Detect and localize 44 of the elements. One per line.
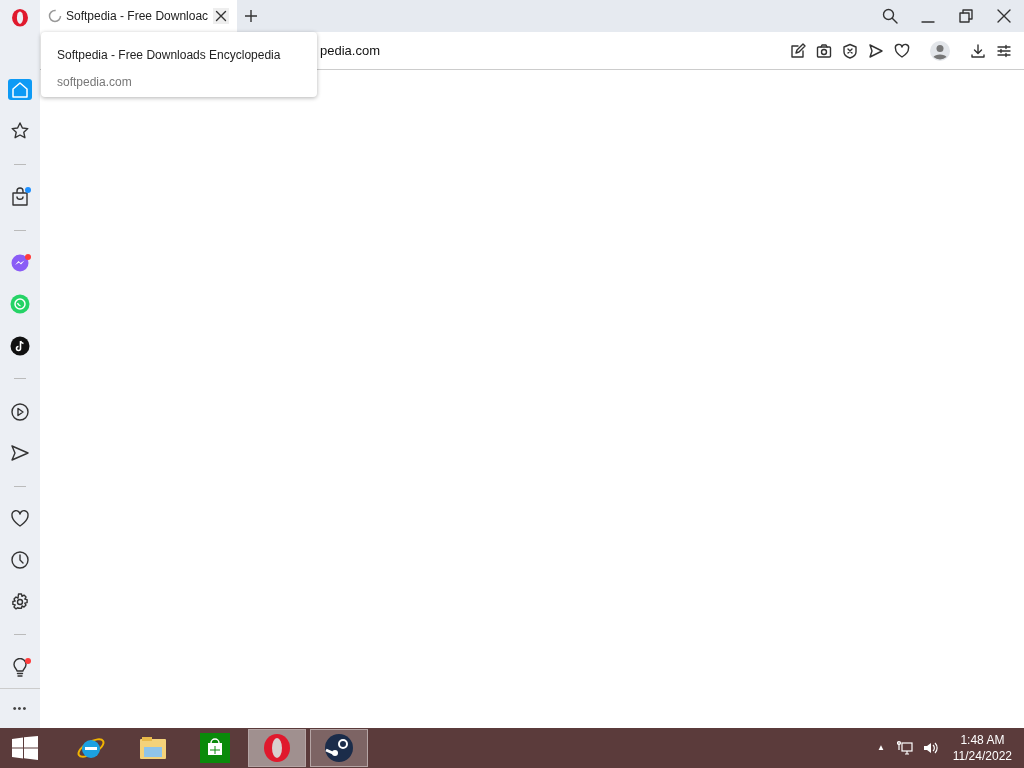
close-icon[interactable]	[996, 8, 1012, 24]
lightbulb-icon	[10, 657, 30, 678]
search-icon[interactable]	[882, 8, 898, 24]
whatsapp-icon	[10, 294, 30, 315]
account-icon[interactable]	[930, 40, 950, 61]
settings-icon[interactable]	[996, 42, 1012, 59]
camera-icon[interactable]	[816, 42, 832, 59]
shopping-bag-icon	[10, 187, 30, 207]
store-icon	[200, 733, 230, 763]
opera-logo-icon[interactable]	[10, 8, 30, 28]
home-icon	[10, 79, 30, 100]
browser-tab[interactable]: Softpedia - Free Downloac	[40, 0, 237, 32]
clock-date: 11/24/2022	[952, 748, 1012, 764]
tooltip-title: Softpedia - Free Downloads Encyclopedia	[57, 47, 282, 64]
heart-icon[interactable]	[894, 42, 910, 59]
address-field[interactable]: pedia.com	[320, 40, 790, 61]
clock-icon	[10, 550, 30, 571]
messenger-icon	[10, 253, 30, 274]
star-icon	[10, 120, 30, 141]
steam-icon	[324, 733, 354, 763]
new-tab-icon[interactable]	[245, 10, 257, 22]
tooltip-url: softpedia.com	[57, 74, 133, 91]
opera-logo-icon	[262, 733, 292, 763]
volume-icon[interactable]	[922, 740, 939, 756]
settings-icon	[10, 591, 30, 612]
windows-start-icon[interactable]	[12, 736, 38, 760]
taskbar-app[interactable]	[310, 729, 368, 767]
download-icon[interactable]	[970, 42, 986, 59]
send-icon[interactable]	[868, 42, 884, 59]
shield-icon[interactable]	[842, 42, 858, 59]
tab-title: Softpedia - Free Downloac	[66, 8, 209, 25]
sidebar-item[interactable]	[8, 401, 32, 423]
tiktok-icon	[10, 335, 30, 356]
play-icon	[10, 401, 30, 422]
sidebar-item[interactable]	[8, 549, 32, 571]
tray-arrow[interactable]: ▲	[876, 742, 885, 754]
sidebar-item[interactable]	[8, 335, 32, 357]
more-button[interactable]: •••	[12, 689, 28, 729]
network-icon[interactable]	[896, 740, 913, 756]
clock-time: 1:48 AM	[960, 732, 1005, 748]
close-icon[interactable]	[213, 8, 229, 24]
edit-icon[interactable]	[790, 42, 806, 59]
restore-icon[interactable]	[958, 8, 974, 24]
send-icon	[10, 442, 30, 463]
